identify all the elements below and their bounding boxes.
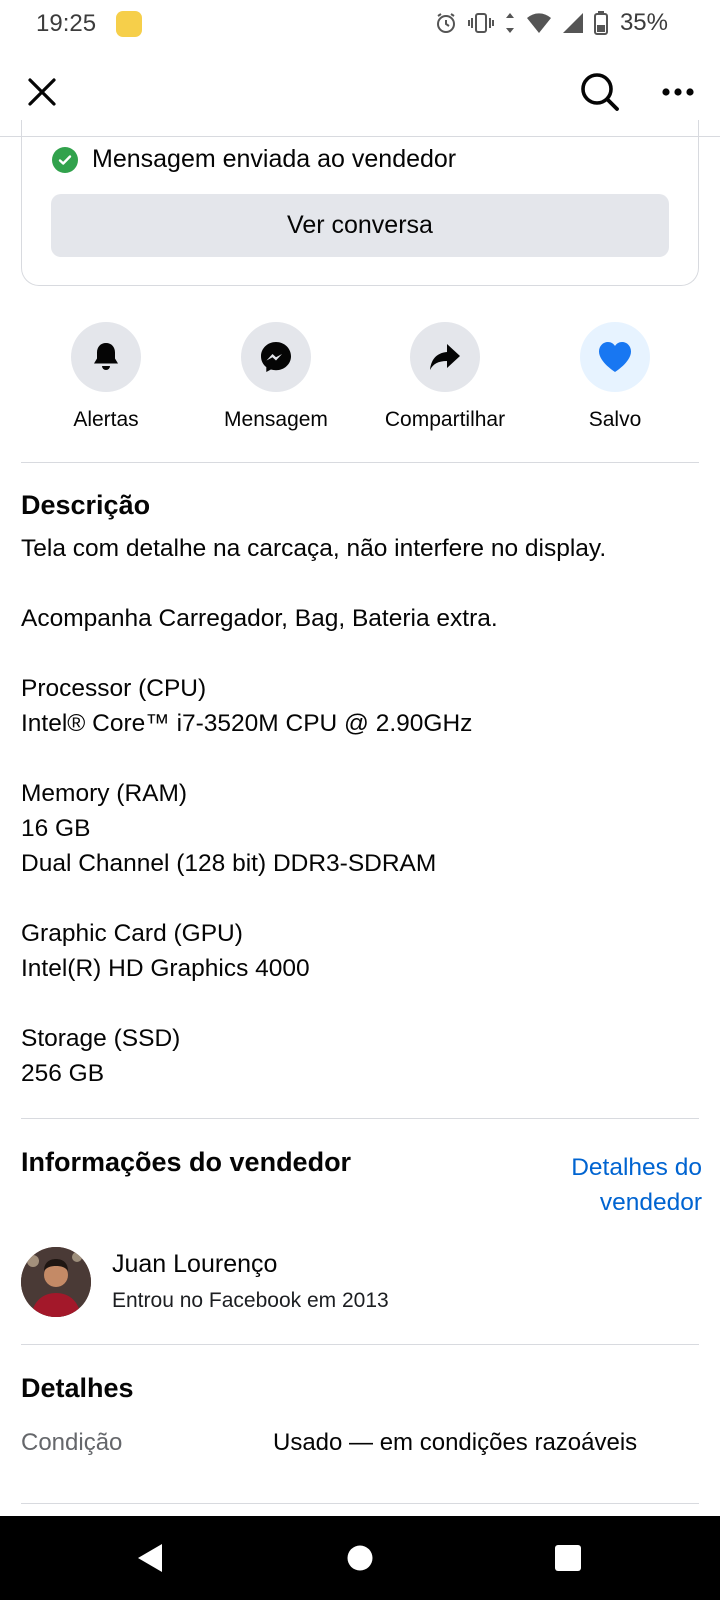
close-icon[interactable] [18, 68, 66, 116]
signal-icon [562, 13, 583, 33]
message-sent-status: Mensagem enviada ao vendedor [52, 145, 456, 174]
vibrate-icon [467, 13, 494, 33]
check-circle-icon [52, 146, 78, 173]
notification-app-icon [116, 11, 142, 37]
home-icon[interactable] [336, 1534, 384, 1582]
divider [21, 1503, 699, 1504]
status-icons: 35% [434, 9, 668, 37]
description-title: Descrição [21, 490, 151, 520]
messenger-icon[interactable] [241, 322, 311, 392]
saved-action[interactable]: Salvo [530, 322, 700, 432]
seller-details-link[interactable]: Detalhes do vendedor [530, 1150, 702, 1220]
share-label: Compartilhar [384, 408, 506, 431]
alerts-action[interactable]: Alertas [21, 322, 191, 432]
data-arrows-icon [505, 13, 514, 33]
system-nav-bar [0, 1516, 720, 1600]
back-icon[interactable] [126, 1534, 174, 1582]
detail-condition-value: Usado — em condições razoáveis [273, 1429, 638, 1456]
more-icon[interactable] [654, 68, 702, 116]
divider [21, 1344, 699, 1345]
status-bar: 19:25 35% [0, 0, 720, 48]
divider [21, 1118, 699, 1119]
message-label: Mensagem [224, 408, 328, 431]
seller-info-title: Informações do vendedor [21, 1147, 352, 1177]
message-sent-text: Mensagem enviada ao vendedor [92, 145, 457, 173]
battery-percent: 35% [619, 9, 668, 36]
view-conversation-button[interactable]: Ver conversa [51, 194, 669, 257]
message-action[interactable]: Mensagem [191, 322, 361, 432]
share-icon[interactable] [410, 322, 480, 392]
battery-icon [593, 11, 608, 35]
heart-icon[interactable] [580, 322, 650, 392]
description-text: Tela com detalhe na carcaça, não interfe… [21, 535, 607, 1087]
seller-joined: Entrou no Facebook em 2013 [112, 1289, 389, 1312]
detail-condition-key: Condição [21, 1429, 123, 1456]
saved-label: Salvo [588, 408, 642, 431]
bell-icon[interactable] [71, 322, 141, 392]
seller-name[interactable]: Juan Lourenço [112, 1250, 277, 1279]
wifi-icon [526, 13, 551, 33]
details-title: Detalhes [21, 1373, 134, 1403]
search-icon[interactable] [576, 68, 624, 116]
avatar[interactable] [21, 1247, 91, 1317]
status-time: 19:25 [36, 10, 97, 37]
divider [21, 462, 699, 463]
recents-icon[interactable] [544, 1534, 592, 1582]
alerts-label: Alertas [73, 408, 139, 431]
share-action[interactable]: Compartilhar [360, 322, 530, 432]
alarm-icon [436, 13, 455, 33]
